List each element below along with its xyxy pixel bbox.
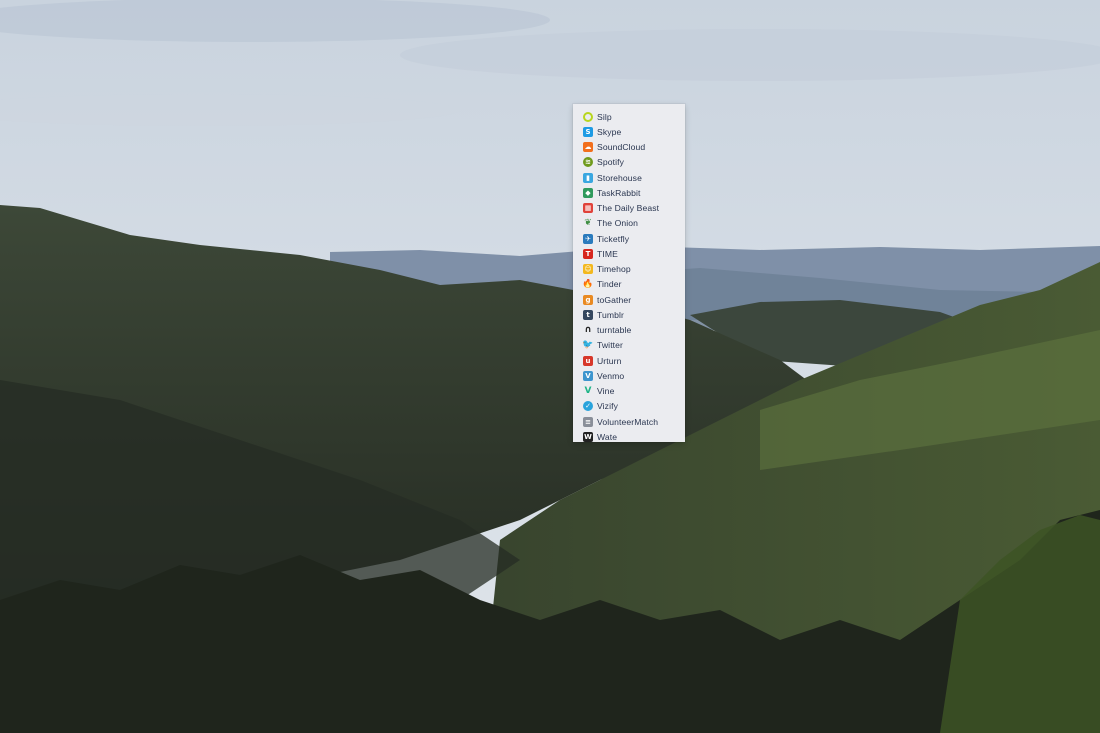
spotify-icon: ≋ [583, 157, 593, 168]
storehouse-icon: ▮ [583, 172, 593, 183]
app-list-item[interactable]: ▦ The Daily Beast [573, 201, 685, 216]
cloud [400, 29, 1100, 81]
app-label: Tinder [597, 279, 622, 290]
app-list-item[interactable]: 🔥 Tinder [573, 277, 685, 292]
silp-icon [583, 111, 593, 122]
app-list-item[interactable]: ∩ turntable [573, 323, 685, 338]
app-label: Spotify [597, 157, 624, 168]
app-list-item[interactable]: ≋ Spotify [573, 155, 685, 170]
app-list-item[interactable]: Silp [573, 109, 685, 124]
app-label: Silp [597, 111, 612, 122]
volunteermatch-icon: ≡ [583, 416, 593, 427]
landscape-background [0, 0, 1100, 733]
timehop-icon: ☺ [583, 264, 593, 275]
app-list-item[interactable]: S Skype [573, 124, 685, 139]
watch-icon: W [583, 431, 593, 442]
app-label: Tumblr [597, 309, 625, 320]
app-list-item[interactable]: 🐦 Twitter [573, 338, 685, 353]
twitter-icon: 🐦 [583, 340, 593, 351]
app-list-item[interactable]: T TIME [573, 246, 685, 261]
tumblr-icon: t [583, 309, 593, 320]
app-label: Venmo [597, 370, 625, 381]
skype-icon: S [583, 126, 593, 137]
vine-icon: V [584, 386, 592, 397]
together-icon: g [583, 294, 593, 305]
app-list-item[interactable]: ☁ SoundCloud [573, 140, 685, 155]
app-label: Timehop [597, 264, 631, 275]
app-list-item[interactable]: V Vine [573, 384, 685, 399]
venmo-icon: V [583, 370, 593, 381]
app-list-item[interactable]: ❦ The Onion [573, 216, 685, 231]
app-list: Silp S Skype ☁ SoundCloud ≋ Spotify ▮ Storehouse… [573, 104, 685, 442]
app-label: Skype [597, 126, 622, 137]
app-label: VolunteerMatch [597, 416, 659, 427]
app-label: Storehouse [597, 172, 642, 183]
app-label: The Onion [597, 218, 639, 229]
app-list-item[interactable]: ▮ Storehouse [573, 170, 685, 185]
app-label: TaskRabbit [597, 187, 641, 198]
soundcloud-icon: ☁ [583, 142, 593, 153]
taskrabbit-icon: ◆ [583, 187, 593, 198]
app-list-panel[interactable]: Silp S Skype ☁ SoundCloud ≋ Spotify ▮ Storehouse… [573, 104, 685, 442]
app-list-item[interactable]: ✈ Ticketfly [573, 231, 685, 246]
app-label: SoundCloud [597, 142, 646, 153]
app-label: Urturn [597, 355, 622, 366]
app-label: TIME [597, 248, 618, 259]
onion-icon: ❦ [584, 218, 592, 229]
app-list-item[interactable]: t Tumblr [573, 307, 685, 322]
app-label: Wate [597, 431, 618, 442]
vizify-icon: ✓ [583, 401, 593, 412]
app-label: Vizify [597, 401, 618, 412]
app-list-item[interactable]: ✓ Vizify [573, 399, 685, 414]
app-label: toGather [597, 294, 632, 305]
tinder-icon: 🔥 [583, 279, 593, 290]
app-list-item[interactable]: ☺ Timehop [573, 262, 685, 277]
app-list-item[interactable]: ◆ TaskRabbit [573, 185, 685, 200]
app-label: Vine [597, 386, 615, 397]
app-label: The Daily Beast [597, 203, 660, 214]
time-icon: T [583, 248, 593, 259]
headphones-icon: ∩ [584, 325, 592, 336]
app-list-item[interactable]: V Venmo [573, 368, 685, 383]
urturn-icon: u [583, 355, 593, 366]
app-label: Ticketfly [597, 233, 630, 244]
app-label: Twitter [597, 340, 624, 351]
app-label: turntable [597, 325, 632, 336]
app-list-item[interactable]: u Urturn [573, 353, 685, 368]
ticketfly-icon: ✈ [583, 233, 593, 244]
app-list-item[interactable]: W Wate [573, 429, 685, 442]
app-list-item[interactable]: ≡ VolunteerMatch [573, 414, 685, 429]
daily-beast-icon: ▦ [583, 203, 593, 214]
app-list-item[interactable]: g toGather [573, 292, 685, 307]
